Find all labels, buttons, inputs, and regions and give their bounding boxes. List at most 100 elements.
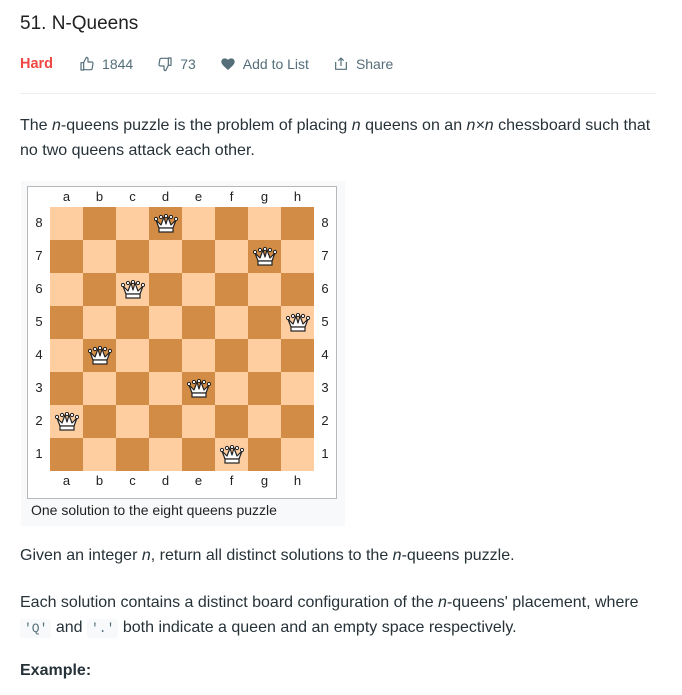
board-square-f2	[215, 405, 248, 438]
board-square-g5	[248, 306, 281, 339]
rank-label-5-left: 5	[35, 314, 43, 329]
file-label-h-bottom: h	[293, 473, 302, 488]
rank-label-2-left: 2	[35, 413, 43, 428]
file-label-h-top: h	[293, 189, 302, 204]
thumbs-up-icon	[80, 56, 94, 71]
board-square-g4	[248, 339, 281, 372]
board-square-c4	[116, 339, 149, 372]
queen-icon	[54, 411, 79, 432]
share-button[interactable]: Share	[333, 56, 393, 72]
board-square-b3	[83, 372, 116, 405]
board-square-e2	[182, 405, 215, 438]
board-square-f8	[215, 207, 248, 240]
board-square-e3	[182, 372, 215, 405]
board-square-c8	[116, 207, 149, 240]
board-square-c2	[116, 405, 149, 438]
board-square-f3	[215, 372, 248, 405]
eight-queens-figure: a a b b c c d d e e f f g g h h 8 8 7 7 6 6 5 5 4 4 3 3 2 2 1 1 One sol…	[21, 181, 345, 526]
board-square-d7	[149, 240, 182, 273]
queen-icon	[153, 213, 178, 234]
task-paragraph: Given an integer n, return all distinct …	[20, 547, 515, 564]
rank-label-4-right: 4	[321, 347, 329, 362]
dislike-count: 73	[180, 56, 196, 72]
figure-caption: One solution to the eight queens puzzle	[31, 502, 277, 518]
board-square-b2	[83, 405, 116, 438]
board-square-h5	[281, 306, 314, 339]
board-square-d8	[149, 207, 182, 240]
queen-icon	[219, 444, 244, 465]
board-square-e6	[182, 273, 215, 306]
queen-icon	[87, 345, 112, 366]
rank-label-7-right: 7	[321, 248, 329, 263]
problem-meta-bar: Hard 1844 73 Add to List Share	[20, 53, 417, 75]
board-square-d5	[149, 306, 182, 339]
board-square-a8	[50, 207, 83, 240]
board-square-e4	[182, 339, 215, 372]
board-square-b5	[83, 306, 116, 339]
board-square-d6	[149, 273, 182, 306]
queen-icon	[285, 312, 310, 333]
board-square-g3	[248, 372, 281, 405]
file-label-a-bottom: a	[62, 473, 71, 488]
board-square-f7	[215, 240, 248, 273]
queen-icon	[186, 378, 211, 399]
board-square-f6	[215, 273, 248, 306]
board-square-a5	[50, 306, 83, 339]
board-square-g6	[248, 273, 281, 306]
rank-label-6-left: 6	[35, 281, 43, 296]
queen-char-code: 'Q'	[20, 619, 52, 638]
board-square-h7	[281, 240, 314, 273]
file-label-f-top: f	[229, 189, 234, 204]
board-square-h2	[281, 405, 314, 438]
board-square-b4	[83, 339, 116, 372]
queen-icon	[120, 279, 145, 300]
board-square-h3	[281, 372, 314, 405]
board-square-a7	[50, 240, 83, 273]
rank-label-8-left: 8	[35, 215, 43, 230]
dislike-button[interactable]: 73	[157, 56, 196, 72]
file-label-g-bottom: g	[260, 473, 269, 488]
intro-paragraph: The n-queens puzzle is the problem of pl…	[20, 117, 651, 159]
rank-label-4-left: 4	[35, 347, 43, 362]
board-square-e1	[182, 438, 215, 471]
share-icon	[335, 57, 347, 70]
board-square-g2	[248, 405, 281, 438]
rank-label-6-right: 6	[321, 281, 329, 296]
add-to-list-button[interactable]: Add to List	[220, 56, 309, 72]
rank-label-7-left: 7	[35, 248, 43, 263]
board-square-c6	[116, 273, 149, 306]
board-square-c5	[116, 306, 149, 339]
board-square-b6	[83, 273, 116, 306]
board-square-g1	[248, 438, 281, 471]
rank-label-8-right: 8	[321, 215, 329, 230]
file-label-b-top: b	[95, 189, 104, 204]
board-square-b7	[83, 240, 116, 273]
board-square-a4	[50, 339, 83, 372]
like-count: 1844	[102, 56, 134, 72]
board-square-e7	[182, 240, 215, 273]
board-square-a1	[50, 438, 83, 471]
heart-icon	[221, 58, 235, 70]
board-square-d4	[149, 339, 182, 372]
file-label-c-bottom: c	[129, 473, 136, 488]
board-square-d1	[149, 438, 182, 471]
board-square-h8	[281, 207, 314, 240]
board-square-b1	[83, 438, 116, 471]
board-square-d2	[149, 405, 182, 438]
board-square-g8	[248, 207, 281, 240]
file-label-f-bottom: f	[229, 473, 234, 488]
rank-label-5-right: 5	[321, 314, 329, 329]
like-button[interactable]: 1844	[79, 56, 133, 72]
rank-label-1-right: 1	[321, 446, 329, 461]
file-label-g-top: g	[260, 189, 269, 204]
file-label-d-top: d	[161, 189, 170, 204]
board-square-h1	[281, 438, 314, 471]
board-square-d3	[149, 372, 182, 405]
difficulty-badge: Hard	[20, 56, 54, 72]
chessboard-image: a a b b c c d d e e f f g g h h 8 8 7 7 6 6 5 5 4 4 3 3 2 2 1 1	[27, 186, 337, 499]
file-label-a-top: a	[62, 189, 71, 204]
board-square-h4	[281, 339, 314, 372]
solution-format-paragraph: Each solution contains a distinct board …	[20, 594, 639, 638]
board-square-c1	[116, 438, 149, 471]
divider	[20, 93, 656, 94]
